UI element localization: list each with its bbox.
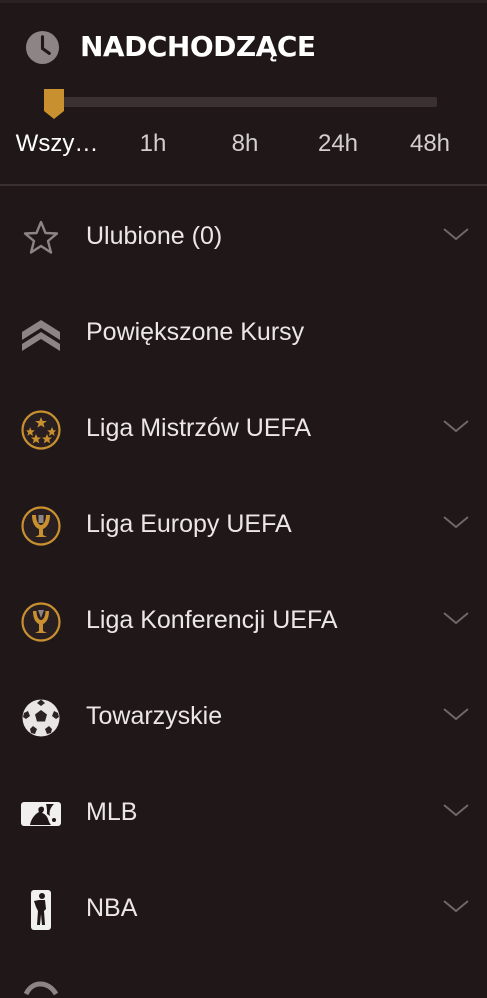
menu-item-conference-league[interactable]: Liga Konferencji UEFA xyxy=(0,572,487,668)
chevron-down-icon[interactable] xyxy=(442,512,470,532)
champions-league-icon xyxy=(20,409,62,451)
menu-item-label: Liga Konferencji UEFA xyxy=(86,606,338,634)
chevron-down-icon[interactable] xyxy=(442,800,470,820)
time-option-48h[interactable]: 48h xyxy=(400,128,460,160)
time-option-1h[interactable]: 1h xyxy=(130,128,176,160)
upcoming-header: NADCHODZĄCE Wszy… 1h 8h 24h 48h xyxy=(0,0,487,186)
europa-league-icon xyxy=(20,505,62,547)
chevron-down-icon[interactable] xyxy=(442,704,470,724)
time-option-8h[interactable]: 8h xyxy=(222,128,268,160)
section-divider xyxy=(0,184,487,186)
menu-item-label: Liga Mistrzów UEFA xyxy=(86,414,312,442)
menu-item-label: Towarzyskie xyxy=(86,702,223,730)
time-slider-track[interactable] xyxy=(44,97,437,107)
menu-item-label: Powiększone Kursy xyxy=(86,318,305,346)
menu-item-favorites[interactable]: Ulubione (0) xyxy=(0,188,487,284)
next-item-icon-partial xyxy=(23,981,58,996)
star-icon xyxy=(20,217,62,259)
menu-item-label: Ulubione (0) xyxy=(86,222,223,250)
menu-item-friendlies[interactable]: Towarzyskie xyxy=(0,668,487,764)
clock-icon xyxy=(25,30,60,65)
time-option-all[interactable]: Wszy… xyxy=(12,128,102,160)
time-option-24h[interactable]: 24h xyxy=(308,128,368,160)
chevron-down-icon[interactable] xyxy=(442,416,470,436)
menu-item-europa-league[interactable]: Liga Europy UEFA xyxy=(0,476,487,572)
chevron-down-icon[interactable] xyxy=(442,224,470,244)
chevron-down-icon[interactable] xyxy=(442,608,470,628)
time-slider-handle[interactable] xyxy=(42,87,66,121)
menu-item-label: NBA xyxy=(86,894,138,922)
soccer-ball-icon xyxy=(20,697,62,739)
menu-item-mlb[interactable]: MLB xyxy=(0,764,487,860)
menu-item-label: MLB xyxy=(86,798,138,826)
menu-item-boosted-odds[interactable]: Powiększone Kursy xyxy=(0,284,487,380)
chevron-down-icon[interactable] xyxy=(442,896,470,916)
page-title: NADCHODZĄCE xyxy=(80,30,316,63)
conference-league-icon xyxy=(20,601,62,643)
double-chevron-up-icon xyxy=(20,313,62,355)
menu-item-label: Liga Europy UEFA xyxy=(86,510,292,538)
mlb-logo-icon xyxy=(20,793,62,835)
nba-logo-icon xyxy=(20,889,62,931)
menu-item-champions-league[interactable]: Liga Mistrzów UEFA xyxy=(0,380,487,476)
menu-item-nba[interactable]: NBA xyxy=(0,860,487,956)
